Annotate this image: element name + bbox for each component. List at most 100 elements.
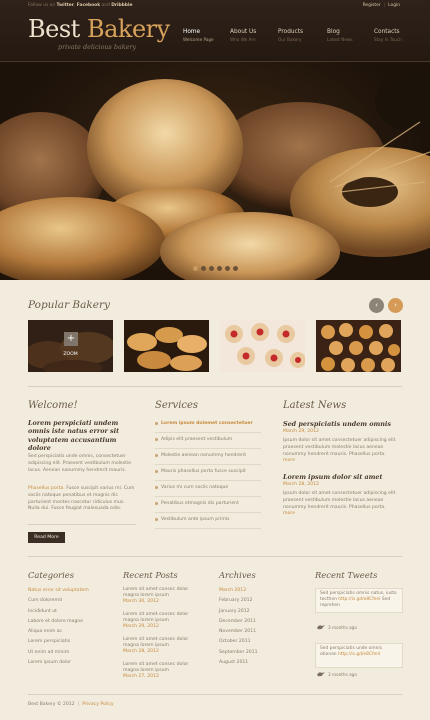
service-item[interactable]: Adipis elit praesent vestibulum xyxy=(155,433,261,449)
news-title: Latest News xyxy=(283,400,347,411)
slider-dot[interactable] xyxy=(193,266,198,271)
slider-dot[interactable] xyxy=(225,266,230,271)
service-item[interactable]: Mauris phasellus porta fusce suscipit xyxy=(155,465,261,481)
news-body: Ipsum dolor sit amet consectetuer adipis… xyxy=(283,491,399,518)
category-link[interactable]: Cum doloremd xyxy=(28,596,108,606)
site-logo[interactable]: Best Bakery xyxy=(28,17,170,41)
news-headline[interactable]: Lorem ipsum dolor sit amet xyxy=(283,473,382,481)
archive-link[interactable]: December 2011 xyxy=(219,617,279,627)
service-item[interactable]: Lorem ipsum dolemet consectetuer xyxy=(155,417,261,433)
category-link[interactable]: Aliqua enim ac xyxy=(28,627,108,637)
news-more-link[interactable]: more xyxy=(283,511,295,516)
read-more-button[interactable]: Read More xyxy=(28,532,65,543)
nav-home[interactable]: Home Welcome Page xyxy=(183,29,233,42)
slider-dot[interactable] xyxy=(217,266,222,271)
account-links: Register | Login xyxy=(363,3,400,8)
chevron-right-icon: › xyxy=(394,301,397,309)
news-headline[interactable]: Sed perspiciatis undem omnis xyxy=(283,420,391,428)
slider-dot[interactable] xyxy=(201,266,206,271)
archive-link[interactable]: February 2012 xyxy=(219,596,279,606)
site-header: Follow us on Twitter, Facebook and Dribb… xyxy=(0,0,430,62)
archive-link[interactable]: October 2011 xyxy=(219,637,279,647)
carousel-next-button[interactable]: › xyxy=(388,298,403,313)
tweet-card: Sed perspiciatis unde omnis otionan http… xyxy=(315,643,403,668)
register-link[interactable]: Register xyxy=(363,3,381,8)
chevron-left-icon: ‹ xyxy=(375,301,378,309)
tweet-link[interactable]: http://is.gd/e8Cfenl xyxy=(338,597,380,602)
archive-link[interactable]: January 2012 xyxy=(219,607,279,617)
tweet-card: Sed perspiciatis omnis natus, iusto tect… xyxy=(315,588,403,613)
post-text: Lorem sit amet consec dolor magna lorem … xyxy=(123,587,189,599)
popular-title: Popular Bakery xyxy=(28,299,110,311)
nav-sublabel: Welcome Page xyxy=(183,37,214,42)
news-body-text: Ipsum dolor sit amet consectetuer adipis… xyxy=(283,491,396,510)
news-body-text: Ipsum dolor sit amet consectetuer adipis… xyxy=(283,438,396,457)
social-follow: Follow us on Twitter, Facebook and Dribb… xyxy=(28,3,133,8)
twitter-link[interactable]: Twitter xyxy=(57,3,74,8)
category-link[interactable]: Incididunt ut xyxy=(28,607,108,617)
category-link[interactable]: Lorem perspiciatis xyxy=(28,637,108,647)
news-more-link[interactable]: more xyxy=(283,458,295,463)
post-text: Lorem sit amet consec dolor magna lorem … xyxy=(123,612,189,624)
archive-link[interactable]: August 2011 xyxy=(219,658,279,668)
news-date: March 29, 2012 xyxy=(283,429,319,434)
service-item[interactable]: Molestie aenean nonummy hendrerit xyxy=(155,449,261,465)
welcome-body: Sed perspiciatis unde omnis, consectetue… xyxy=(28,454,132,473)
slider-dot[interactable] xyxy=(209,266,214,271)
welcome-title: Welcome! xyxy=(28,400,78,411)
cookies-image xyxy=(220,320,305,372)
archive-link[interactable]: March 2012 xyxy=(219,586,279,596)
post-text: Lorem sit amet consec dolor magna lorem … xyxy=(123,637,189,649)
zoom-overlay xyxy=(28,320,113,372)
post-date: March 28, 2012 xyxy=(123,649,159,655)
recent-post[interactable]: Lorem sit amet consec dolor magna lorem … xyxy=(123,662,199,681)
nav-label: Contacts xyxy=(374,29,400,35)
product-thumb[interactable] xyxy=(316,320,401,372)
product-thumb[interactable] xyxy=(124,320,209,372)
recent-post[interactable]: Lorem sit amet consec dolor magna lorem … xyxy=(123,587,199,606)
nav-products[interactable]: Products Our Bakery xyxy=(278,29,328,42)
nav-blog[interactable]: Blog Latest News xyxy=(327,29,377,42)
service-item[interactable]: Penatibus etmagnis dis parturient xyxy=(155,497,261,513)
post-date: March 27, 2012 xyxy=(123,674,159,680)
archive-link[interactable]: September 2011 xyxy=(219,648,279,658)
recent-post[interactable]: Lorem sit amet consec dolor magna lorem … xyxy=(123,612,199,631)
nav-label: Blog xyxy=(327,29,340,35)
nav-sublabel: Latest News xyxy=(327,37,353,42)
dribbble-link[interactable]: Dribbble xyxy=(111,3,132,8)
twitter-bird-icon xyxy=(317,672,325,677)
archive-link[interactable]: November 2011 xyxy=(219,627,279,637)
croissants-image xyxy=(124,320,209,372)
site-tagline: private delicious bakery xyxy=(58,43,137,51)
category-link[interactable]: Natus error sit voluptatem xyxy=(28,586,108,596)
hero-slider[interactable] xyxy=(0,62,430,280)
privacy-policy-link[interactable]: Privacy Policy xyxy=(82,702,113,707)
nav-contacts[interactable]: Contacts Stay In Touch xyxy=(374,29,424,42)
slider-dot[interactable] xyxy=(233,266,238,271)
tweet-time: 3 months ago xyxy=(328,672,357,677)
divider xyxy=(28,556,402,557)
category-link[interactable]: Lorem ipsum dolor xyxy=(28,658,108,668)
carousel-prev-button[interactable]: ‹ xyxy=(369,298,384,313)
facebook-link[interactable]: Facebook xyxy=(77,3,100,8)
recent-post[interactable]: Lorem sit amet consec dolor magna lorem … xyxy=(123,637,199,656)
service-item[interactable]: Vestibulum ante ipsum primis xyxy=(155,513,261,529)
nav-sublabel: Stay In Touch xyxy=(374,37,402,42)
login-link[interactable]: Login xyxy=(388,3,400,8)
tweet-time: 3 months ago xyxy=(328,625,357,630)
service-item[interactable]: Varius mi cum sociis natoque xyxy=(155,481,261,497)
welcome-body-2: Phasellus porta. Fusce suscipit varius m… xyxy=(28,486,136,513)
nav-sublabel: Who We Are xyxy=(230,37,256,42)
category-link[interactable]: Ut enim ad minim xyxy=(28,648,108,658)
and-label: and xyxy=(101,3,110,8)
product-thumb[interactable] xyxy=(220,320,305,372)
zoom-label: ZOOM xyxy=(63,352,78,357)
tweet-link[interactable]: http://is.gd/e8Cfenl xyxy=(338,652,380,657)
divider xyxy=(28,386,402,387)
follow-label: Follow us on xyxy=(28,3,56,8)
product-thumb[interactable]: + ZOOM xyxy=(28,320,113,372)
nav-sublabel: Our Bakery xyxy=(278,37,302,42)
welcome-link[interactable]: Phasellus porta. xyxy=(28,486,65,491)
nav-about[interactable]: About Us Who We Are xyxy=(230,29,280,42)
category-link[interactable]: Labore et dolore magne xyxy=(28,617,108,627)
